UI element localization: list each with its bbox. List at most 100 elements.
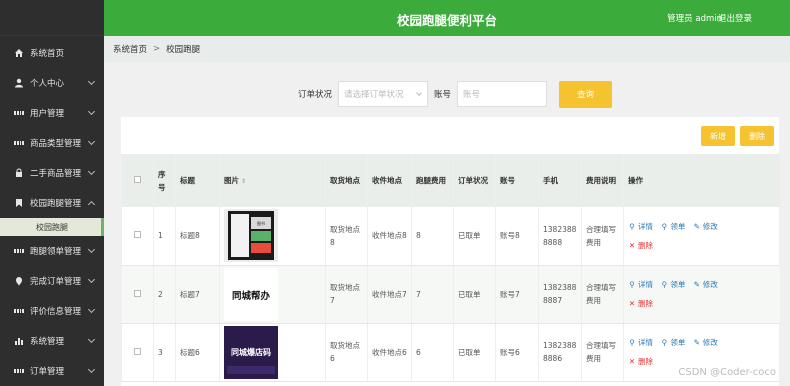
edit-label: 修改	[702, 338, 718, 347]
chevron-down-icon	[87, 107, 96, 116]
col-header-fee[interactable]: 跑腿费用	[411, 154, 454, 207]
detail-button[interactable]: ⚲ 详情	[628, 222, 653, 231]
sidebar-item-label: 系统首页	[30, 49, 65, 59]
col-header-status[interactable]: 订单状况	[453, 154, 496, 207]
detail-button[interactable]: ⚲ 详情	[628, 338, 653, 347]
row-image[interactable]: 同城帮办	[224, 267, 278, 321]
image-caption: 图书	[257, 220, 265, 226]
account-search-input[interactable]: 账号	[457, 81, 548, 107]
cell-title: 标题7	[175, 265, 220, 324]
account-search-placeholder: 账号	[463, 90, 481, 100]
sidebar-item-label: 用户管理	[30, 109, 65, 119]
col-header-label: 标题	[180, 176, 195, 185]
pin-icon	[14, 276, 24, 286]
edit-button[interactable]: ✎ 修改	[693, 280, 718, 289]
add-button[interactable]: 新增	[701, 126, 735, 146]
sort-icon[interactable]: ⇕	[241, 175, 246, 188]
col-header-image[interactable]: 图片 ⇕	[219, 154, 326, 207]
detail-button[interactable]: ⚲ 详情	[628, 280, 653, 289]
col-header-phone[interactable]: 手机	[538, 154, 582, 207]
col-header-label: 图片	[224, 175, 239, 185]
col-header-title[interactable]: 标题	[175, 154, 220, 207]
sidebar-subitem-errands[interactable]: 校园跑腿	[0, 218, 104, 236]
col-header-label: 费用说明	[586, 176, 616, 185]
grid-icon	[14, 366, 24, 376]
take-order-button[interactable]: ⚲ 领单	[660, 280, 686, 289]
col-header-label: 订单状况	[458, 176, 488, 185]
cell-no: 2	[153, 265, 176, 324]
sidebar-item-label: 二手商品管理	[30, 169, 82, 179]
grid-icon	[14, 108, 24, 118]
bookmark-icon	[14, 198, 24, 208]
delete-button[interactable]: ✕ 删除	[628, 357, 653, 366]
sidebar-item-orders[interactable]: 订单管理	[0, 356, 104, 386]
col-header-label: 操作	[628, 176, 643, 185]
detail-label: 详情	[638, 280, 653, 289]
sidebar-item-completed-orders[interactable]: 完成订单管理	[0, 266, 104, 296]
logout-link[interactable]: 退出登录	[718, 12, 752, 24]
cell-receive: 收件地点6	[367, 323, 412, 382]
table-row: 1 标题8 图书 取货地点8 收件地点8 8 已取单 账号8 138238888…	[121, 207, 780, 266]
sidebar-item-errands[interactable]: 校园跑腿管理	[0, 188, 104, 218]
errand-table: 序号 标题 图片 ⇕ 取货地点 收件地点 跑腿费用 订单状况 账号 手机 费用说明…	[121, 154, 780, 382]
edit-button[interactable]: ✎ 修改	[693, 222, 718, 231]
home-icon	[14, 48, 24, 58]
chevron-up-icon	[87, 200, 96, 209]
row-checkbox[interactable]	[134, 347, 141, 355]
cell-status: 已取单	[453, 323, 496, 382]
sidebar-item-take-orders[interactable]: 跑腿领单管理	[0, 236, 104, 266]
col-header-fee-desc[interactable]: 费用说明	[581, 154, 624, 207]
row-image[interactable]: 同城爆店码	[224, 325, 278, 379]
sidebar-item-reviews[interactable]: 评价信息管理	[0, 296, 104, 326]
watermark-text: CSDN @Coder-coco	[678, 367, 776, 378]
delete-button[interactable]: ✕ 删除	[628, 299, 653, 308]
cell-status: 已取单	[453, 265, 496, 324]
search-icon: ⚲	[629, 338, 635, 347]
col-header-no[interactable]: 序号	[153, 154, 176, 207]
batch-delete-button[interactable]: 删除	[740, 126, 774, 146]
cell-phone: 13823888888	[538, 207, 582, 266]
cell-title: 标题8	[175, 207, 220, 266]
status-filter-label: 订单状况	[298, 90, 333, 100]
sidebar-item-profile[interactable]: 个人中心	[0, 68, 104, 98]
top-header: 校园跑腿便利平台 管理员 admin 退出登录	[104, 0, 790, 36]
take-order-button[interactable]: ⚲ 领单	[660, 222, 686, 231]
cell-actions: ⚲ 详情 ⚲ 领单 ✎ 修改 ✕ 删除	[623, 207, 780, 266]
sidebar-item-label: 订单管理	[30, 367, 65, 377]
chevron-down-icon	[416, 90, 422, 96]
chevron-down-icon	[87, 137, 96, 146]
select-all-checkbox[interactable]	[134, 176, 141, 183]
row-image[interactable]: 图书	[224, 209, 278, 263]
chevron-down-icon	[87, 365, 96, 374]
edit-button[interactable]: ✎ 修改	[693, 338, 718, 347]
breadcrumb-home[interactable]: 系统首页	[113, 43, 147, 55]
sidebar-item-system[interactable]: 系统管理	[0, 326, 104, 356]
sidebar-top	[0, 0, 104, 36]
sidebar-item-users[interactable]: 用户管理	[0, 98, 104, 128]
sidebar-item-product-types[interactable]: 商品类型管理	[0, 128, 104, 158]
chevron-down-icon	[87, 77, 96, 86]
row-checkbox[interactable]	[134, 231, 141, 239]
cell-fee: 8	[411, 207, 454, 266]
chevron-down-icon	[87, 335, 96, 344]
sidebar-item-home[interactable]: 系统首页	[0, 38, 104, 68]
pencil-icon: ✎	[693, 221, 700, 231]
col-header-label: 收件地点	[372, 176, 402, 185]
col-header-account[interactable]: 账号	[495, 154, 539, 207]
col-header-pickup[interactable]: 取货地点	[325, 154, 368, 207]
cell-image: 同城爆店码	[219, 323, 326, 382]
sidebar-item-label: 校园跑腿管理	[30, 199, 82, 209]
breadcrumb: 系统首页 > 校园跑腿	[104, 36, 790, 62]
cell-account: 账号6	[495, 323, 539, 382]
col-header-receive[interactable]: 收件地点	[367, 154, 412, 207]
cell-fee: 6	[411, 323, 454, 382]
status-filter-select[interactable]: 请选择订单状况	[338, 81, 429, 107]
take-order-button[interactable]: ⚲ 领单	[660, 338, 686, 347]
cell-fee-desc: 合理填写费用	[581, 323, 624, 382]
delete-button[interactable]: ✕ 删除	[628, 241, 653, 250]
sidebar-item-secondhand[interactable]: 二手商品管理	[0, 158, 104, 188]
cell-pickup: 取货地点6	[325, 323, 368, 382]
query-button[interactable]: 查询	[559, 80, 613, 108]
cell-fee-desc: 合理填写费用	[581, 207, 624, 266]
row-checkbox[interactable]	[134, 289, 141, 297]
